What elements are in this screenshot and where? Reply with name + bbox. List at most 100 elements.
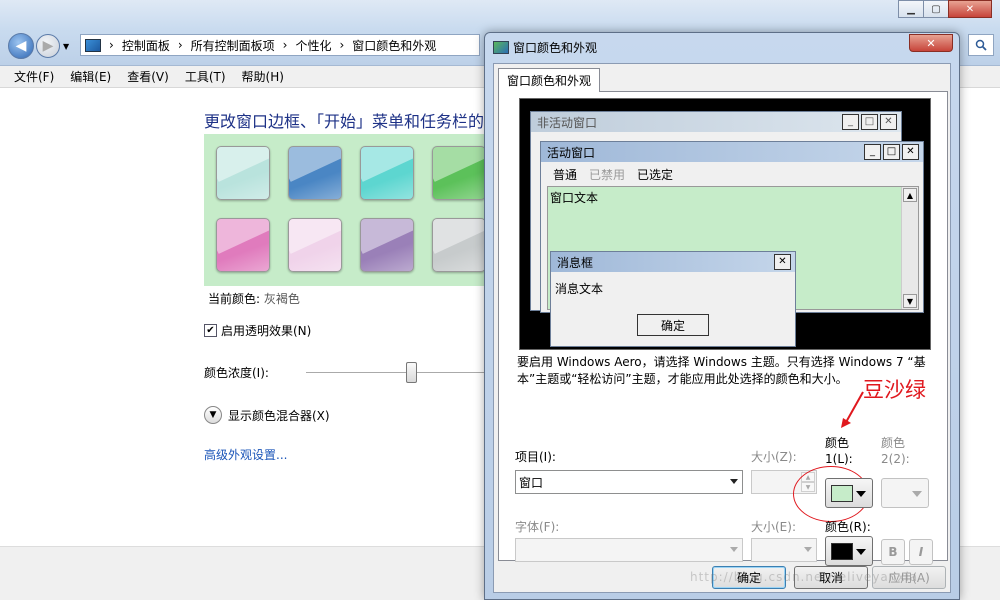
dialog-close-button[interactable]: ✕	[909, 34, 953, 52]
advanced-appearance-link[interactable]: 高级外观设置...	[204, 446, 287, 463]
font-size-select[interactable]	[751, 538, 817, 562]
color-swatch-panel	[204, 134, 494, 286]
intensity-slider-thumb[interactable]	[406, 362, 417, 383]
color-swatch[interactable]	[432, 146, 486, 200]
annotation-arrow	[841, 391, 864, 428]
maximize-icon: □	[883, 144, 900, 160]
transparency-checkbox[interactable]: ✔	[204, 324, 217, 337]
transparency-option[interactable]: ✔ 启用透明效果(N)	[204, 322, 311, 339]
dropdown-arrow-icon	[912, 491, 922, 497]
color-swatch[interactable]	[216, 218, 270, 272]
minimize-icon: _	[864, 144, 881, 160]
preview-menu-normal: 普通	[553, 167, 578, 182]
close-button[interactable]: ✕	[948, 0, 992, 18]
item-label: 项目(I):	[515, 450, 556, 464]
dropdown-arrow-icon	[804, 547, 812, 552]
current-color-label: 当前颜色:	[208, 292, 261, 306]
watermark: http://blog.csdn.net/reliveyanxia	[690, 570, 919, 584]
intensity-label: 颜色浓度(I):	[204, 366, 269, 380]
color-swatch[interactable]	[216, 146, 270, 200]
preview-menu-selected: 已选定	[637, 167, 674, 182]
color-swatch[interactable]	[288, 218, 342, 272]
chevron-right-icon: ›	[282, 38, 288, 52]
color1-picker[interactable]	[825, 478, 873, 508]
breadcrumb-0[interactable]: › 控制面板	[109, 37, 170, 54]
message-box-preview: 消息框 ✕ 消息文本 确定	[550, 251, 796, 347]
address-bar[interactable]: › 控制面板 › 所有控制面板项 › 个性化 › 窗口颜色和外观	[80, 34, 480, 56]
dropdown-arrow-icon	[730, 479, 738, 484]
color-swatch[interactable]	[432, 218, 486, 272]
color1-label: 颜色 1(L):	[825, 436, 853, 466]
size-label: 大小(Z):	[751, 450, 797, 464]
intensity-slider-track[interactable]	[306, 372, 486, 374]
chevron-right-icon: ›	[109, 38, 114, 52]
transparency-label: 启用透明效果(N)	[221, 324, 312, 338]
control-panel-icon	[85, 38, 101, 52]
maximize-button[interactable]: ▢	[923, 0, 949, 18]
font-color-picker[interactable]	[825, 536, 873, 566]
breadcrumb-2[interactable]: › 个性化	[283, 37, 332, 54]
scroll-down-icon: ▼	[903, 294, 917, 308]
close-icon: ✕	[774, 254, 791, 270]
preview-menu: 普通 已禁用 已选定	[541, 164, 673, 184]
color-mixer-label: 显示颜色混合器(X)	[228, 408, 330, 423]
history-dropdown-icon[interactable]: ▼	[63, 42, 69, 51]
active-window-title: 活动窗口 _ □ ✕	[541, 142, 923, 162]
dialog-title: 窗口颜色和外观	[513, 41, 598, 55]
font-color-swatch	[831, 543, 853, 560]
chevron-right-icon: ›	[177, 38, 183, 52]
maximize-icon: □	[861, 114, 878, 130]
italic-button[interactable]: I	[909, 539, 933, 565]
appearance-dialog: 窗口颜色和外观 ✕ 窗口颜色和外观 非活动窗口 _ □ ✕ 活动窗口 _ □ ✕…	[484, 32, 960, 600]
current-color-readout: 当前颜色: 灰褐色	[208, 290, 300, 307]
breadcrumb-1[interactable]: › 所有控制面板项	[178, 37, 275, 54]
preview-scrollbar: ▲ ▼	[901, 187, 918, 309]
breadcrumb-3[interactable]: › 窗口颜色和外观	[339, 37, 436, 54]
close-icon: ✕	[880, 114, 897, 130]
menu-file[interactable]: 文件(F)	[14, 68, 54, 85]
color-mixer-toggle[interactable]: ▼ 显示颜色混合器(X)	[204, 406, 330, 424]
message-box-title: 消息框 ✕	[551, 252, 795, 272]
search-icon	[975, 39, 987, 51]
bold-button[interactable]: B	[881, 539, 905, 565]
back-button[interactable]: ◀	[8, 33, 34, 59]
font-size-label: 大小(E):	[751, 520, 796, 534]
preview-window-text: 窗口文本	[550, 191, 599, 205]
font-color-label: 颜色(R):	[825, 520, 871, 534]
inactive-window-title: 非活动窗口 _ □ ✕	[531, 112, 901, 132]
color-swatch[interactable]	[360, 218, 414, 272]
minimize-icon: _	[842, 114, 859, 130]
color-swatch[interactable]	[360, 146, 414, 200]
scroll-up-icon: ▲	[903, 188, 917, 202]
message-text: 消息文本	[555, 282, 604, 296]
message-ok-button: 确定	[637, 314, 709, 336]
minimize-button[interactable]: ▁	[898, 0, 924, 18]
caption-buttons: ▁ ▢ ✕	[898, 0, 992, 18]
tab-pane: 非活动窗口 _ □ ✕ 活动窗口 _ □ ✕ 普通 已禁用 已选定 窗口文本 ▲…	[498, 91, 948, 566]
chevron-down-icon[interactable]: ▼	[204, 406, 222, 424]
menu-help[interactable]: 帮助(H)	[242, 68, 284, 85]
color-swatch[interactable]	[288, 146, 342, 200]
font-select[interactable]	[515, 538, 743, 562]
font-label: 字体(F):	[515, 520, 560, 534]
item-select[interactable]: 窗口	[515, 470, 743, 494]
preview-menu-disabled: 已禁用	[589, 167, 626, 182]
window-color-icon	[493, 41, 509, 54]
forward-button[interactable]: ▶	[36, 34, 60, 58]
menu-edit[interactable]: 编辑(E)	[70, 68, 111, 85]
dropdown-arrow-icon	[730, 547, 738, 552]
search-button[interactable]	[968, 34, 994, 56]
tab-window-color[interactable]: 窗口颜色和外观	[498, 68, 601, 92]
dropdown-arrow-icon	[856, 491, 866, 497]
current-color-value: 灰褐色	[263, 292, 300, 306]
dialog-content: 窗口颜色和外观 非活动窗口 _ □ ✕ 活动窗口 _ □ ✕ 普通 已禁用 已选…	[493, 63, 951, 593]
menu-view[interactable]: 查看(V)	[127, 68, 169, 85]
nav-buttons: ◀ ▶ ▼	[8, 33, 69, 59]
annotation-label: 豆沙绿	[863, 378, 926, 402]
color2-picker[interactable]	[881, 478, 929, 508]
page-title: 更改窗口边框、「开始」菜单和任务栏的	[204, 112, 485, 131]
color2-label: 颜色 2(2):	[881, 436, 910, 466]
menu-tools[interactable]: 工具(T)	[185, 68, 226, 85]
dropdown-arrow-icon	[856, 549, 866, 555]
appearance-preview: 非活动窗口 _ □ ✕ 活动窗口 _ □ ✕ 普通 已禁用 已选定 窗口文本 ▲…	[519, 98, 931, 350]
